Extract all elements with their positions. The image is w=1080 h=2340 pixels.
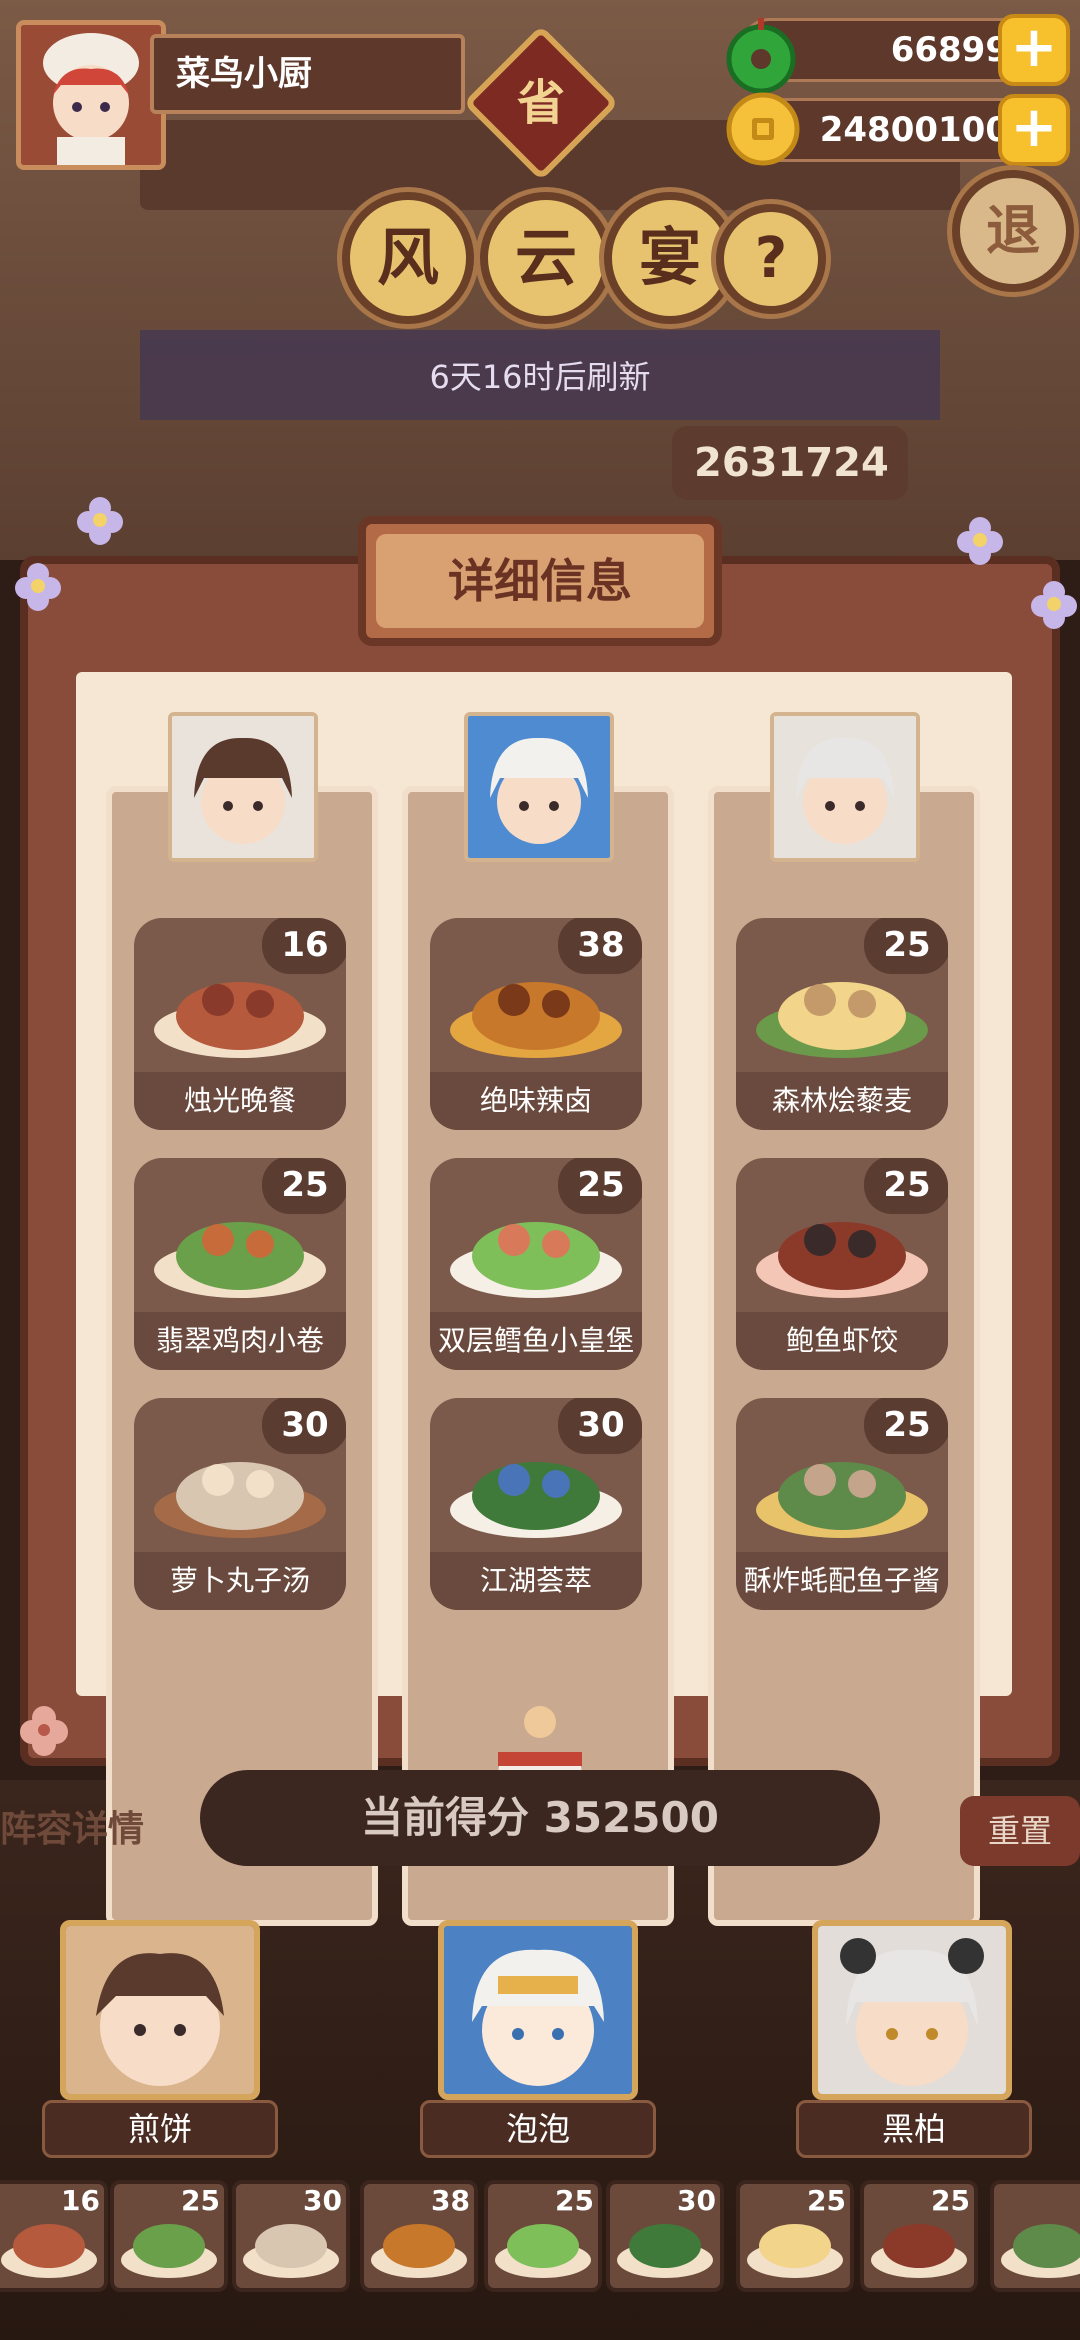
dish-card[interactable]: 25 翡翠鸡肉小卷: [134, 1158, 346, 1370]
lineup-label: 黑柏: [796, 2100, 1032, 2158]
chef-portrait-icon: [774, 716, 916, 858]
dish-name: 江湖荟萃: [430, 1552, 642, 1610]
dish-card[interactable]: 38 绝味辣卤: [430, 918, 642, 1130]
dish-card[interactable]: 16 烛光晚餐: [134, 918, 346, 1130]
mini-dish[interactable]: 30: [232, 2180, 350, 2292]
mini-dish[interactable]: 16: [0, 2180, 108, 2292]
dish-count: 30: [558, 1398, 642, 1454]
lineup-chef-heibai[interactable]: [812, 1920, 1012, 2100]
dish-card[interactable]: 25 森林烩藜麦: [736, 918, 948, 1130]
add-jade-button[interactable]: +: [998, 14, 1070, 86]
chef-card[interactable]: [770, 712, 920, 862]
dish-count: 25: [864, 1158, 948, 1214]
reset-button[interactable]: 重置: [960, 1796, 1080, 1866]
chef-portrait-icon: [468, 716, 610, 858]
coin-icon: [726, 92, 800, 166]
mini-dish-count: 25: [181, 2184, 220, 2217]
feng-button[interactable]: 风: [342, 192, 474, 324]
mini-dish[interactable]: 25: [110, 2180, 228, 2292]
dish-count: 25: [864, 1398, 948, 1454]
exit-button[interactable]: 退: [952, 170, 1074, 292]
lineup-chef-paopao[interactable]: [438, 1920, 638, 2100]
dish-count: 30: [262, 1398, 346, 1454]
dish-name: 翡翠鸡肉小卷: [134, 1312, 346, 1370]
jade-icon: [726, 18, 796, 94]
modal-title: 详细信息: [376, 534, 704, 628]
dish-count: 16: [262, 918, 346, 974]
lineup-label: 泡泡: [420, 2100, 656, 2158]
mini-dish-count: 30: [303, 2184, 342, 2217]
dish-name: 双层鳕鱼小皇堡: [430, 1312, 642, 1370]
dish-card[interactable]: 30 江湖荟萃: [430, 1398, 642, 1610]
current-score: 当前得分 352500: [200, 1770, 880, 1866]
mini-dish-count: 30: [677, 2184, 716, 2217]
dish-count: 25: [262, 1158, 346, 1214]
mini-dish-count: 25: [807, 2184, 846, 2217]
refresh-timer: 6天16时后刷新: [429, 358, 651, 396]
dish-count: 38: [558, 918, 642, 974]
mini-dish-count: 16: [61, 2184, 100, 2217]
dish-card[interactable]: 25 双层鳕鱼小皇堡: [430, 1158, 642, 1370]
flower-icon: [15, 563, 61, 611]
mini-dish[interactable]: 30: [606, 2180, 724, 2292]
yun-button[interactable]: 云: [480, 192, 612, 324]
player-avatar[interactable]: [16, 20, 166, 170]
dish-name: 森林烩藜麦: [736, 1072, 948, 1130]
mini-dish[interactable]: 25: [860, 2180, 978, 2292]
lineup-chef-jianbing[interactable]: [60, 1920, 260, 2100]
flower-icon: [1031, 581, 1077, 629]
dish-count: 25: [558, 1158, 642, 1214]
dish-card[interactable]: 25 鲍鱼虾饺: [736, 1158, 948, 1370]
dish-count: 25: [864, 918, 948, 974]
lineup-detail-tab[interactable]: 阵容详情: [0, 1800, 144, 1852]
dish-icon: [1001, 2224, 1080, 2278]
mini-dish-count: 38: [431, 2184, 470, 2217]
province-label: 省: [516, 75, 565, 131]
mini-dish[interactable]: 25: [736, 2180, 854, 2292]
chef-portrait-icon: [66, 1926, 254, 2094]
player-name: 菜鸟小厨: [150, 34, 465, 114]
mini-dish[interactable]: 38: [360, 2180, 478, 2292]
lineup-label: 煎饼: [42, 2100, 278, 2158]
blossom-icon: [20, 1706, 68, 1756]
mini-dish[interactable]: 2: [990, 2180, 1080, 2292]
flower-icon: [77, 497, 123, 545]
chef-portrait-icon: [444, 1926, 632, 2094]
dish-name: 绝味辣卤: [430, 1072, 642, 1130]
flower-icon: [957, 517, 1003, 565]
dish-card[interactable]: 25 酥炸蚝配鱼子酱: [736, 1398, 948, 1610]
chef-portrait-icon: [172, 716, 314, 858]
dish-name: 鲍鱼虾饺: [736, 1312, 948, 1370]
dish-card[interactable]: 30 萝卜丸子汤: [134, 1398, 346, 1610]
chef-portrait-icon: [818, 1926, 1006, 2094]
mini-dish-count: 25: [555, 2184, 594, 2217]
dish-name: 酥炸蚝配鱼子酱: [736, 1552, 948, 1610]
add-coin-button[interactable]: +: [998, 94, 1070, 166]
help-button[interactable]: ?: [716, 204, 826, 314]
mini-dish-count: 25: [931, 2184, 970, 2217]
dish-name: 萝卜丸子汤: [134, 1552, 346, 1610]
chef-card[interactable]: [464, 712, 614, 862]
chef-card[interactable]: [168, 712, 318, 862]
chef-portrait-icon: [21, 25, 161, 165]
dish-name: 烛光晚餐: [134, 1072, 346, 1130]
mini-dish[interactable]: 25: [484, 2180, 602, 2292]
background-score: 2631724: [672, 426, 908, 500]
